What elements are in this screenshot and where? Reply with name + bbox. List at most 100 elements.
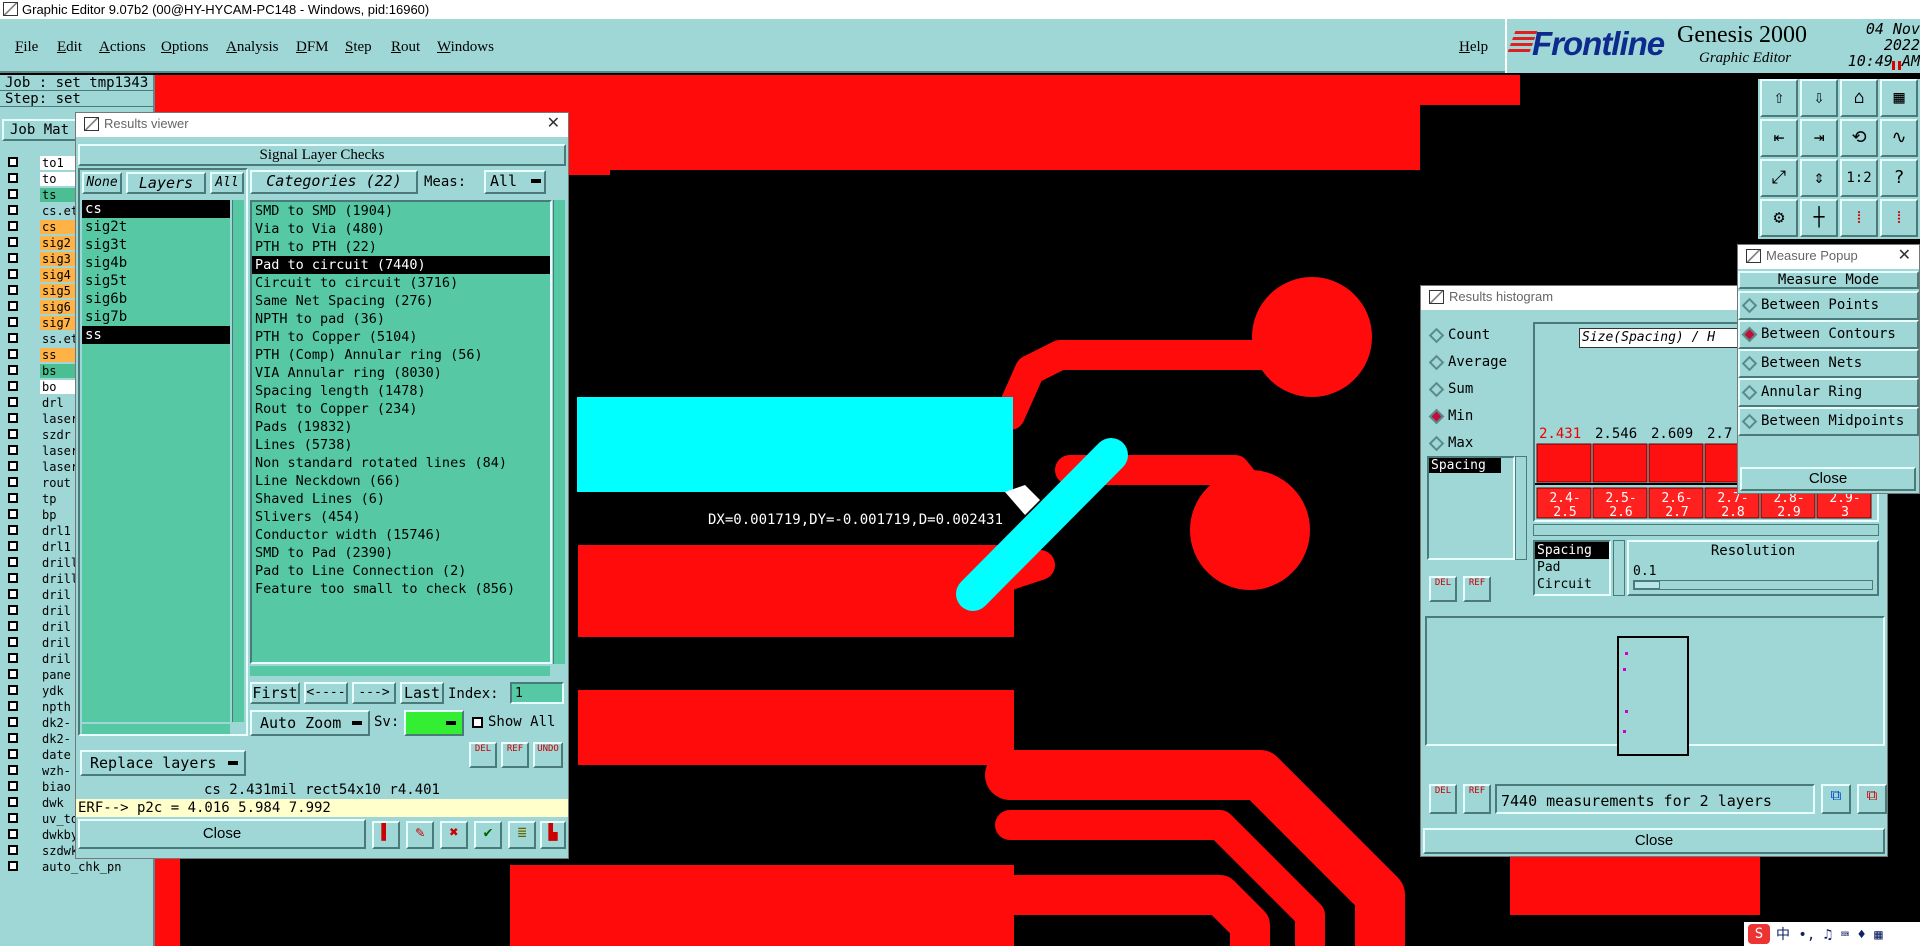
check-icon[interactable]: ✔ bbox=[474, 821, 502, 849]
layer-checkbox[interactable] bbox=[8, 861, 18, 871]
hist-ref2-button[interactable]: REF bbox=[1463, 784, 1491, 814]
layers-icon[interactable]: ⁞ bbox=[1880, 199, 1918, 237]
category-item[interactable]: Lines (5738) bbox=[252, 436, 550, 454]
result-layer-item[interactable]: ss bbox=[82, 326, 230, 344]
pause-icon[interactable] bbox=[1892, 61, 1901, 70]
result-layer-item[interactable]: sig5t bbox=[82, 272, 230, 290]
tray-icons[interactable]: 中 •, ♫ ⌨ ♦ ▦ bbox=[1776, 924, 1883, 944]
wave-icon[interactable]: ∿ bbox=[1880, 119, 1918, 157]
layer-checkbox[interactable] bbox=[8, 685, 18, 695]
layer-checkbox[interactable] bbox=[8, 253, 18, 263]
meas-dropdown[interactable]: All bbox=[484, 170, 546, 194]
rotate-icon[interactable]: ⟲ bbox=[1840, 119, 1878, 157]
layer-checkbox[interactable] bbox=[8, 301, 18, 311]
layer-checkbox[interactable] bbox=[8, 205, 18, 215]
layer-checkbox[interactable] bbox=[8, 669, 18, 679]
histogram-option[interactable]: Max bbox=[1427, 430, 1527, 457]
histogram-close-button[interactable]: Close bbox=[1423, 828, 1885, 854]
layer-checkbox[interactable] bbox=[8, 765, 18, 775]
zoom-layers-icon[interactable]: ⧉ bbox=[1821, 784, 1851, 814]
layer-checkbox[interactable] bbox=[8, 237, 18, 247]
category-item[interactable]: Pad to Line Connection (2) bbox=[252, 562, 550, 580]
layer-checkbox[interactable] bbox=[8, 493, 18, 503]
tools-icon[interactable]: ⚙ bbox=[1760, 199, 1798, 237]
measure-option[interactable]: Annular Ring bbox=[1738, 378, 1919, 407]
delete-marks-icon[interactable]: ✖ bbox=[440, 821, 468, 849]
zoom-icon[interactable]: ⇕ bbox=[1800, 159, 1838, 197]
measure-option[interactable]: Between Nets bbox=[1738, 349, 1919, 378]
menu-actions[interactable]: Actions bbox=[99, 39, 146, 56]
type-list-scrollbar[interactable] bbox=[1515, 456, 1527, 560]
layer-checkbox[interactable] bbox=[8, 333, 18, 343]
layer-checkbox[interactable] bbox=[8, 173, 18, 183]
category-item[interactable]: Non standard rotated lines (84) bbox=[252, 454, 550, 472]
category-item[interactable]: Spacing length (1478) bbox=[252, 382, 550, 400]
category-item[interactable]: Pads (19832) bbox=[252, 418, 550, 436]
layer-checkbox[interactable] bbox=[8, 477, 18, 487]
last-button[interactable]: Last bbox=[400, 682, 444, 704]
layer-checkbox[interactable] bbox=[8, 781, 18, 791]
result-layer-item[interactable]: sig7b bbox=[82, 308, 230, 326]
ref-button[interactable]: REF bbox=[501, 742, 529, 768]
category-item[interactable]: Slivers (454) bbox=[252, 508, 550, 526]
layer-row[interactable]: auto_chk_pn bbox=[0, 859, 150, 875]
menu-options[interactable]: Options bbox=[161, 39, 209, 56]
report-icon[interactable]: ≣ bbox=[508, 821, 536, 849]
layer-checkbox[interactable] bbox=[8, 157, 18, 167]
home-icon[interactable]: ⌂ bbox=[1840, 79, 1878, 117]
undo-button[interactable]: UNDO bbox=[533, 742, 563, 768]
categories-list[interactable]: SMD to SMD (1904) Via to Via (480) PTH to … bbox=[250, 200, 552, 664]
histogram-icon[interactable]: ▙ bbox=[540, 821, 566, 849]
measure-option[interactable]: Between Points bbox=[1738, 291, 1919, 320]
next-icon[interactable]: ⇥ bbox=[1800, 119, 1838, 157]
menu-help[interactable]: Help bbox=[1459, 39, 1488, 56]
layer-checkbox[interactable] bbox=[8, 701, 18, 711]
menu-file[interactable]: File bbox=[15, 39, 38, 56]
categories-hscrollbar[interactable] bbox=[250, 666, 550, 676]
menu-analysis[interactable]: Analysis bbox=[226, 39, 279, 56]
index-input[interactable]: 1 bbox=[510, 682, 564, 704]
result-layer-item[interactable]: sig3t bbox=[82, 236, 230, 254]
results-viewer-close-icon[interactable]: ✕ bbox=[547, 113, 560, 135]
results-close-button[interactable]: Close bbox=[78, 819, 366, 849]
hist-del2-button[interactable]: DEL bbox=[1429, 784, 1457, 814]
del-button[interactable]: DEL bbox=[469, 742, 497, 768]
layer-checkbox[interactable] bbox=[8, 589, 18, 599]
layer-checkbox[interactable] bbox=[8, 557, 18, 567]
category-item[interactable]: PTH (Comp) Annular ring (56) bbox=[252, 346, 550, 364]
show-all-checkbox[interactable] bbox=[472, 717, 483, 728]
help-icon[interactable]: ? bbox=[1880, 159, 1918, 197]
measure-popup-close-button[interactable]: Close bbox=[1740, 467, 1916, 491]
kind-scrollbar[interactable] bbox=[1613, 540, 1625, 596]
measure-option[interactable]: Between Midpoints bbox=[1738, 407, 1919, 436]
layer-checkbox[interactable] bbox=[8, 653, 18, 663]
layer-checkbox[interactable] bbox=[8, 829, 18, 839]
category-item[interactable]: PTH to Copper (5104) bbox=[252, 328, 550, 346]
categories-scrollbar[interactable] bbox=[553, 200, 565, 664]
category-item[interactable]: VIA Annular ring (8030) bbox=[252, 364, 550, 382]
hist-del-button[interactable]: DEL bbox=[1429, 576, 1457, 602]
category-item[interactable]: Shaved Lines (6) bbox=[252, 490, 550, 508]
first-button[interactable]: First bbox=[250, 682, 300, 704]
layer-checkbox[interactable] bbox=[8, 733, 18, 743]
category-item[interactable]: Conductor width (15746) bbox=[252, 526, 550, 544]
menu-rout[interactable]: Rout bbox=[391, 39, 420, 56]
category-item[interactable]: PTH to PTH (22) bbox=[252, 238, 550, 256]
histogram-bar[interactable] bbox=[1536, 443, 1592, 483]
layer-checkbox[interactable] bbox=[8, 605, 18, 615]
layer-checkbox[interactable] bbox=[8, 429, 18, 439]
categories-button[interactable]: Categories (22) bbox=[250, 170, 418, 194]
ime-icon[interactable]: S bbox=[1748, 924, 1770, 944]
result-layer-item[interactable]: sig2t bbox=[82, 218, 230, 236]
category-item[interactable]: Rout to Copper (234) bbox=[252, 400, 550, 418]
category-item[interactable]: Same Net Spacing (276) bbox=[252, 292, 550, 310]
layer-checkbox[interactable] bbox=[8, 541, 18, 551]
menu-dfm[interactable]: DFM bbox=[296, 39, 329, 56]
net-icon[interactable]: ⁞ bbox=[1840, 199, 1878, 237]
result-layer-item[interactable]: sig6b bbox=[82, 290, 230, 308]
layer-checkbox[interactable] bbox=[8, 413, 18, 423]
measure-option[interactable]: Between Contours bbox=[1738, 320, 1919, 349]
job-matrix-button[interactable]: Job Mat bbox=[2, 119, 82, 141]
layer-checkbox[interactable] bbox=[8, 509, 18, 519]
snap-icon[interactable]: ┼ bbox=[1800, 199, 1838, 237]
